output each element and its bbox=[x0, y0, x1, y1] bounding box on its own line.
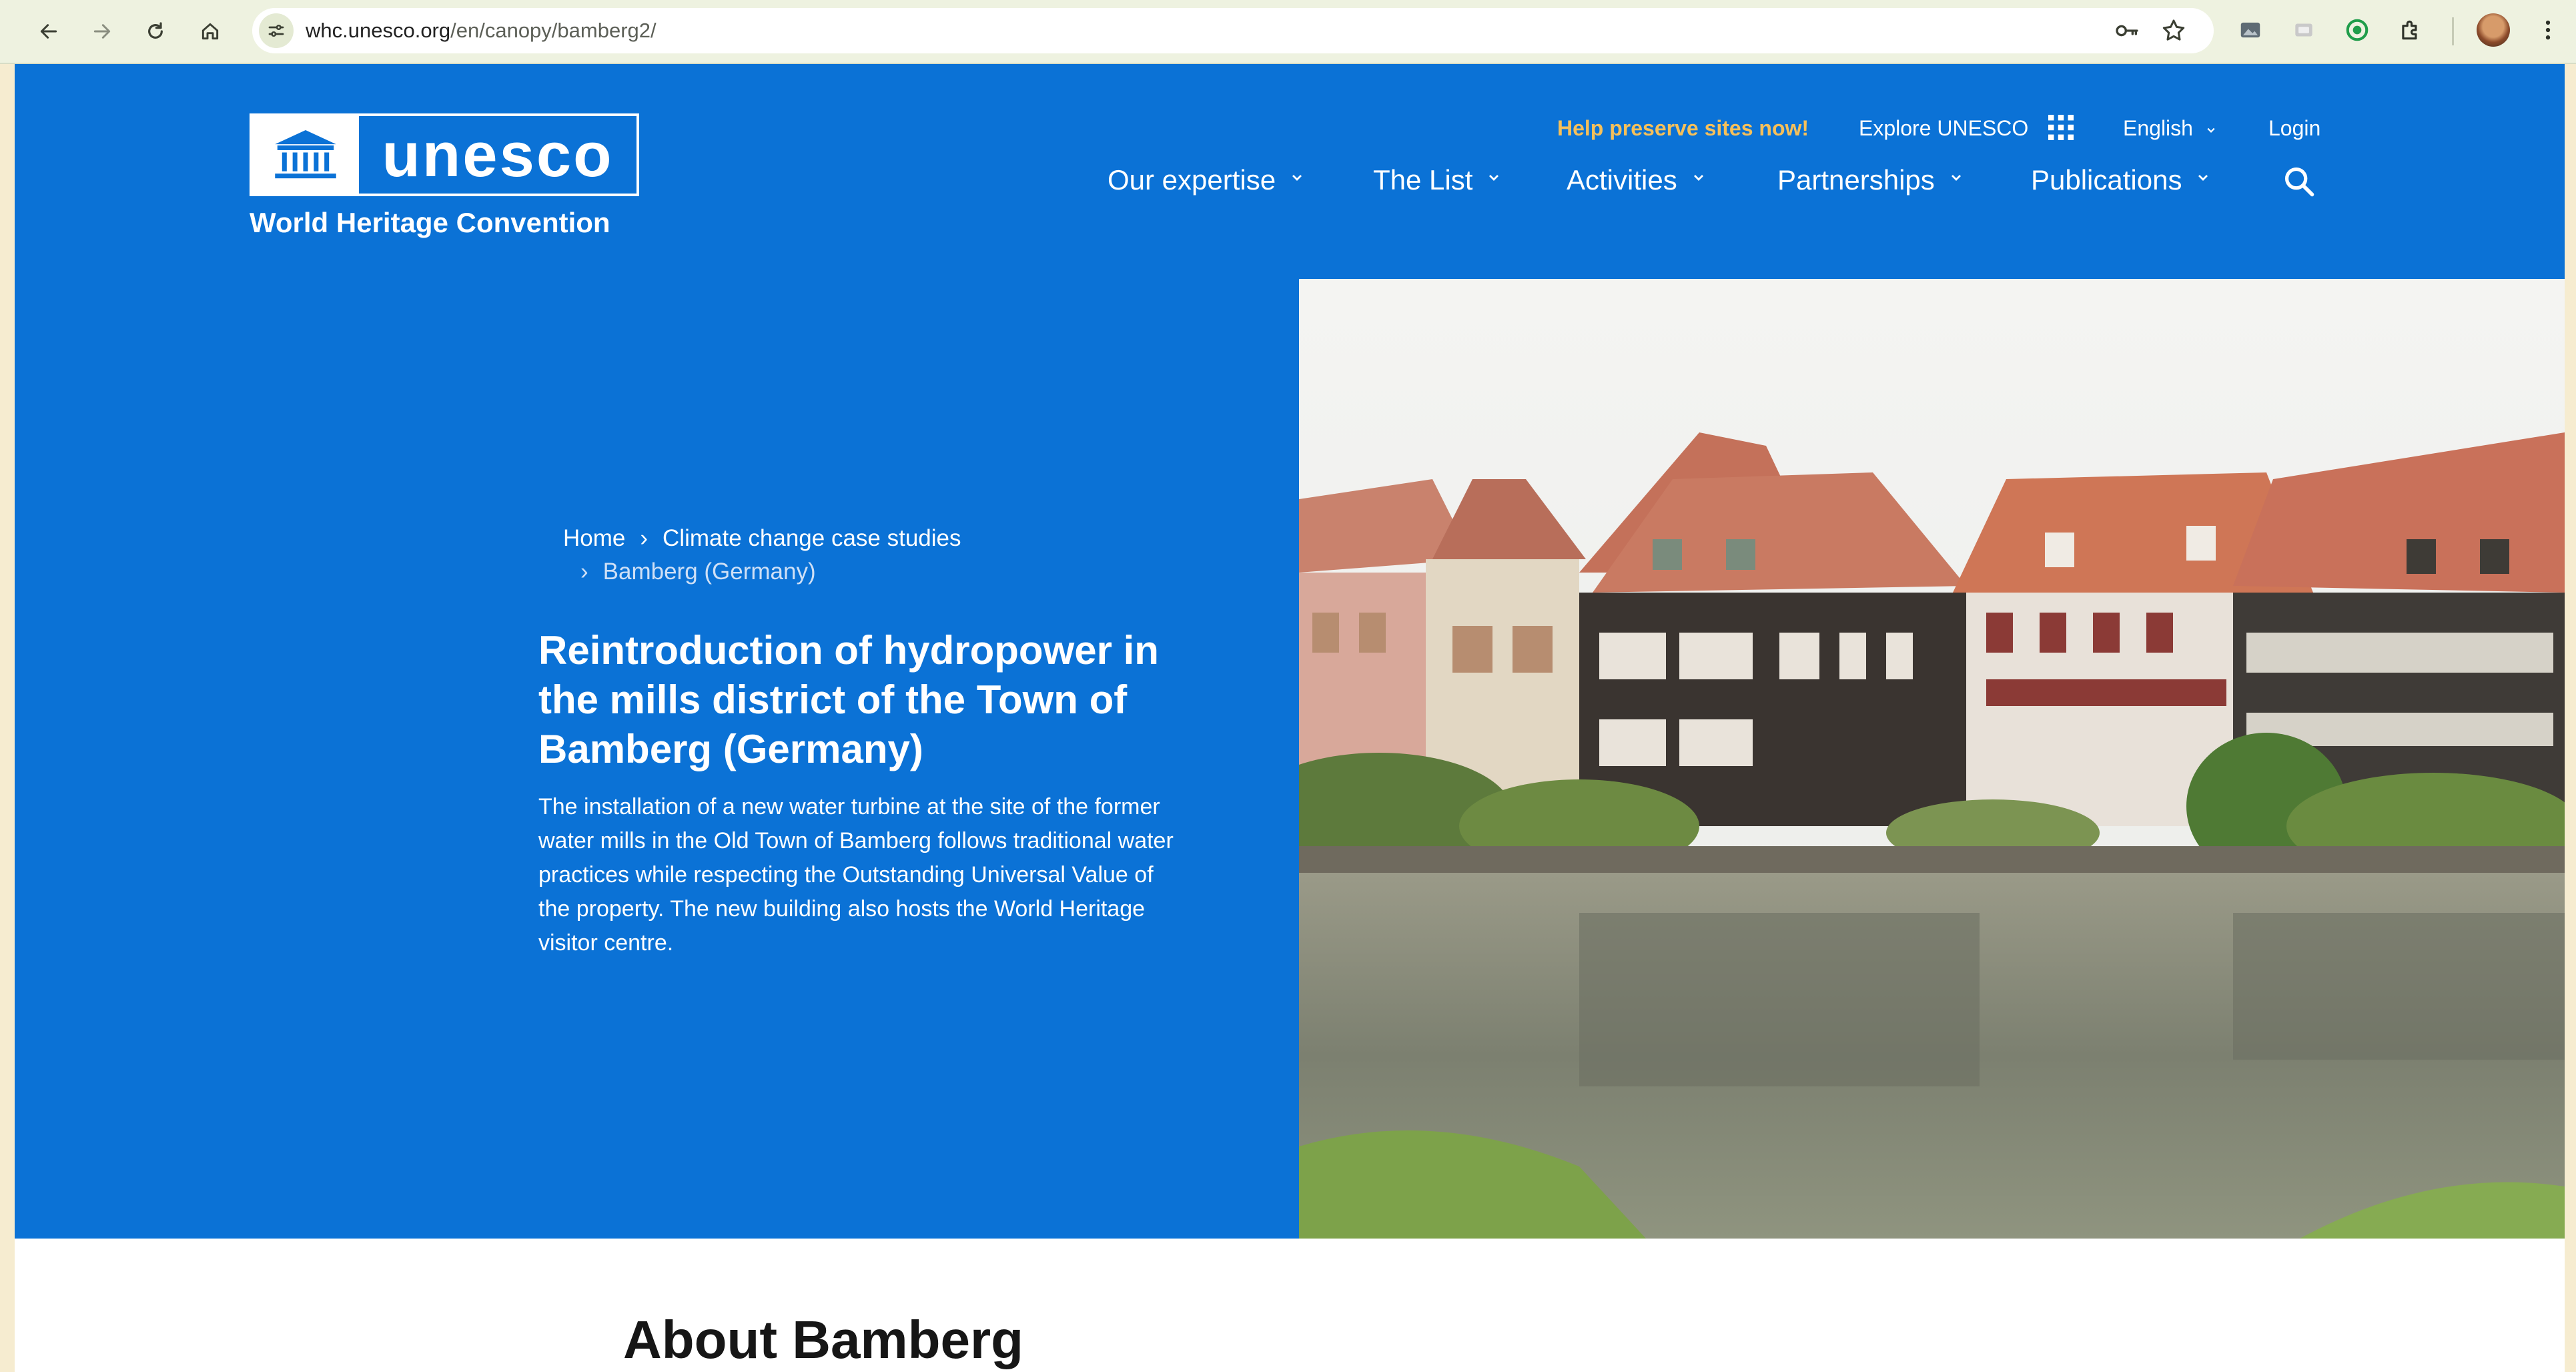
breadcrumb-separator-icon: › bbox=[580, 559, 588, 585]
address-bar[interactable]: whc.unesco.org/en/canopy/bamberg2/ bbox=[252, 8, 2214, 53]
logo-wordmark: unesco bbox=[382, 119, 614, 190]
page-title: Reintroduction of hydropower in the mill… bbox=[538, 628, 1159, 771]
breadcrumb-current: Bamberg (Germany) bbox=[602, 559, 816, 585]
chevron-down-icon bbox=[1489, 175, 1499, 181]
hero-text-panel: Home › Climate change case studies › Bamber… bbox=[15, 279, 1299, 1239]
url-host: whc.unesco.org bbox=[306, 19, 451, 42]
password-key-icon[interactable] bbox=[2114, 17, 2140, 44]
nav-label: The List bbox=[1373, 164, 1473, 196]
language-select[interactable]: English bbox=[2123, 116, 2216, 141]
hero-description: The installation of a new water turbine … bbox=[538, 794, 1174, 956]
nav-label: Our expertise bbox=[1108, 164, 1276, 196]
nav-label: Partnerships bbox=[1777, 164, 1935, 196]
site-settings-icon[interactable] bbox=[259, 13, 294, 48]
search-icon[interactable] bbox=[2282, 164, 2316, 199]
puzzle-extensions-icon[interactable] bbox=[2395, 15, 2426, 45]
browser-toolbar: whc.unesco.org/en/canopy/bamberg2/ bbox=[0, 0, 2576, 64]
nav-activities[interactable]: Activities bbox=[1567, 164, 1705, 196]
extension-photo-icon[interactable] bbox=[2235, 15, 2266, 45]
hero-section: Home › Climate change case studies › Bamber… bbox=[15, 279, 2565, 1239]
logo-subtitle: World Heritage Convention bbox=[250, 207, 610, 238]
language-label: English bbox=[2123, 116, 2193, 140]
bookmark-star-icon[interactable] bbox=[2160, 17, 2187, 44]
web-page: unesco World Heritage Convention Help pr… bbox=[15, 64, 2565, 1372]
breadcrumb-home[interactable]: Home bbox=[563, 525, 625, 551]
extension-reader-icon[interactable] bbox=[2288, 15, 2319, 45]
nav-label: Activities bbox=[1567, 164, 1677, 196]
back-icon[interactable] bbox=[29, 12, 68, 51]
forward-icon[interactable] bbox=[83, 12, 121, 51]
unesco-logo[interactable]: unesco bbox=[250, 113, 639, 196]
breadcrumb: Home › Climate change case studies › Bamber… bbox=[563, 522, 961, 589]
breadcrumb-section[interactable]: Climate change case studies bbox=[663, 525, 961, 551]
chevron-down-icon bbox=[1693, 175, 1703, 181]
chevron-down-icon bbox=[1951, 175, 1961, 181]
breadcrumb-separator-icon: › bbox=[640, 525, 649, 551]
nav-partnerships[interactable]: Partnerships bbox=[1777, 164, 1963, 196]
about-heading: About Bamberg bbox=[623, 1310, 1023, 1369]
chevron-down-icon bbox=[2198, 175, 2208, 181]
nav-the-list[interactable]: The List bbox=[1373, 164, 1500, 196]
menu-dots-icon[interactable] bbox=[2533, 15, 2563, 45]
explore-unesco-link[interactable]: Explore UNESCO bbox=[1859, 116, 2028, 141]
site-header: unesco World Heritage Convention Help pr… bbox=[15, 64, 2565, 279]
url-path: /en/canopy/bamberg2/ bbox=[450, 19, 657, 42]
profile-avatar[interactable] bbox=[2477, 13, 2510, 47]
extension-green-icon[interactable] bbox=[2342, 15, 2373, 45]
help-preserve-link[interactable]: Help preserve sites now! bbox=[1557, 116, 1809, 141]
apps-grid-icon[interactable] bbox=[2048, 115, 2074, 140]
nav-label: Publications bbox=[2031, 164, 2182, 196]
reload-icon[interactable] bbox=[136, 12, 175, 51]
home-icon[interactable] bbox=[191, 12, 230, 51]
nav-our-expertise[interactable]: Our expertise bbox=[1108, 164, 1304, 196]
chevron-down-icon bbox=[1292, 175, 1302, 181]
toolbar-divider bbox=[2452, 17, 2454, 45]
hero-photo bbox=[1299, 279, 2565, 1239]
nav-publications[interactable]: Publications bbox=[2031, 164, 2210, 196]
temple-logo-icon bbox=[252, 116, 359, 194]
login-link[interactable]: Login bbox=[2268, 116, 2320, 141]
chevron-down-icon bbox=[2207, 127, 2215, 133]
url-text[interactable]: whc.unesco.org/en/canopy/bamberg2/ bbox=[306, 8, 657, 53]
